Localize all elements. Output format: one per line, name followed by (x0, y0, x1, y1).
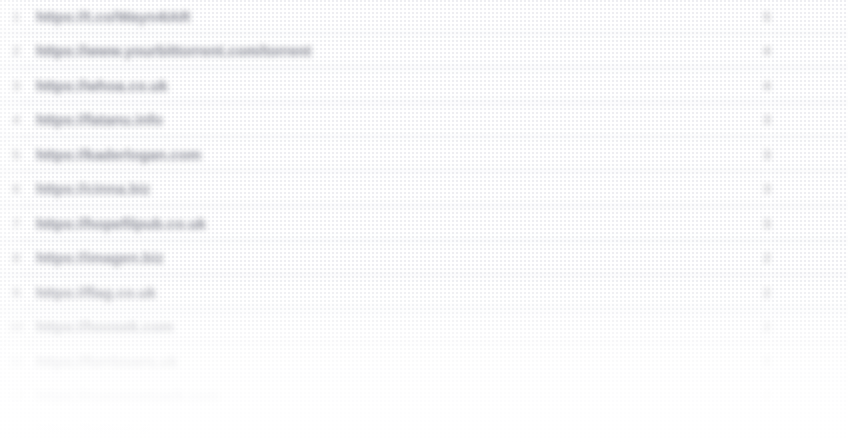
row-count: 3 (763, 182, 771, 196)
row-count: 2 (763, 355, 771, 369)
row-count: 2 (763, 286, 771, 300)
row-count: 2 (763, 320, 771, 334)
row-count: 2 (763, 389, 771, 403)
row-url-link[interactable]: https://cinna.biz (36, 181, 150, 198)
row-count: 4 (763, 44, 771, 58)
list-item[interactable]: 5 https://kaderlogan.com 3 (0, 138, 848, 172)
row-url-link[interactable]: https://forrlovers.uk (36, 354, 178, 371)
row-count: 4 (763, 79, 771, 93)
row-index: 13 (9, 422, 23, 436)
list-item[interactable]: 1 https://t.co/Wayn4IAR 5 (0, 0, 848, 34)
row-url-link[interactable]: https://www.yourbittorrent.com/torrent (36, 43, 311, 60)
row-index: 6 (12, 182, 20, 196)
row-divider (0, 136, 848, 137)
row-url-link[interactable]: https://t.co/Wayn4IAR (36, 9, 190, 26)
row-url-link[interactable]: https://kalinot.gr (36, 421, 154, 438)
row-count: 5 (763, 10, 771, 24)
list-item[interactable]: 13 https://kalinot.gr 1 (0, 412, 848, 446)
list-item[interactable]: 2 https://www.yourbittorrent.com/torrent… (0, 34, 848, 68)
row-index: 11 (9, 355, 23, 369)
row-divider (0, 343, 848, 344)
row-count: 2 (763, 251, 771, 265)
row-url-link[interactable]: https://hoosek.com (36, 319, 174, 336)
row-url-link[interactable]: https://kaderlogan.com (36, 147, 201, 164)
row-url-link[interactable]: https://hopefilpub.co.uk (36, 216, 206, 233)
row-url-link[interactable]: https://nuevonetuark.com (36, 388, 219, 405)
row-url-link[interactable]: https://whoa.co.uk (36, 78, 168, 95)
row-index: 4 (12, 113, 20, 127)
row-count: 3 (763, 148, 771, 162)
list-item[interactable]: 4 https://fatanu.info 3 (0, 103, 848, 137)
list-item[interactable]: 12 https://nuevonetuark.com 2 (0, 379, 848, 413)
row-divider (0, 67, 848, 68)
row-divider (0, 274, 848, 275)
list-item[interactable]: 10 https://hoosek.com 2 (0, 310, 848, 344)
list-item[interactable]: 9 https://flag.co.uk 2 (0, 276, 848, 310)
list-item[interactable]: 3 https://whoa.co.uk 4 (0, 69, 848, 103)
row-divider (0, 205, 848, 206)
list-item[interactable]: 8 https://imagen.biz 2 (0, 241, 848, 275)
row-index: 7 (12, 217, 20, 231)
url-list: 1 https://t.co/Wayn4IAR 5 2 https://www.… (0, 0, 848, 446)
row-index: 5 (12, 148, 20, 162)
list-item[interactable]: 11 https://forrlovers.uk 2 (0, 345, 848, 379)
row-index: 10 (9, 320, 23, 334)
row-index: 9 (12, 286, 20, 300)
row-index: 12 (9, 389, 23, 403)
list-item[interactable]: 7 https://hopefilpub.co.uk 3 (0, 207, 848, 241)
row-count: 3 (763, 113, 771, 127)
row-index: 3 (12, 79, 20, 93)
row-url-link[interactable]: https://fatanu.info (36, 112, 163, 129)
row-index: 1 (12, 10, 20, 24)
row-index: 8 (12, 251, 20, 265)
row-url-link[interactable]: https://flag.co.uk (36, 285, 156, 302)
blurred-url-list-screen: 1 https://t.co/Wayn4IAR 5 2 https://www.… (0, 0, 848, 446)
list-item[interactable]: 6 https://cinna.biz 3 (0, 172, 848, 206)
row-count: 3 (763, 217, 771, 231)
row-count: 1 (763, 422, 771, 436)
row-index: 2 (12, 44, 20, 58)
row-url-link[interactable]: https://imagen.biz (36, 250, 164, 267)
